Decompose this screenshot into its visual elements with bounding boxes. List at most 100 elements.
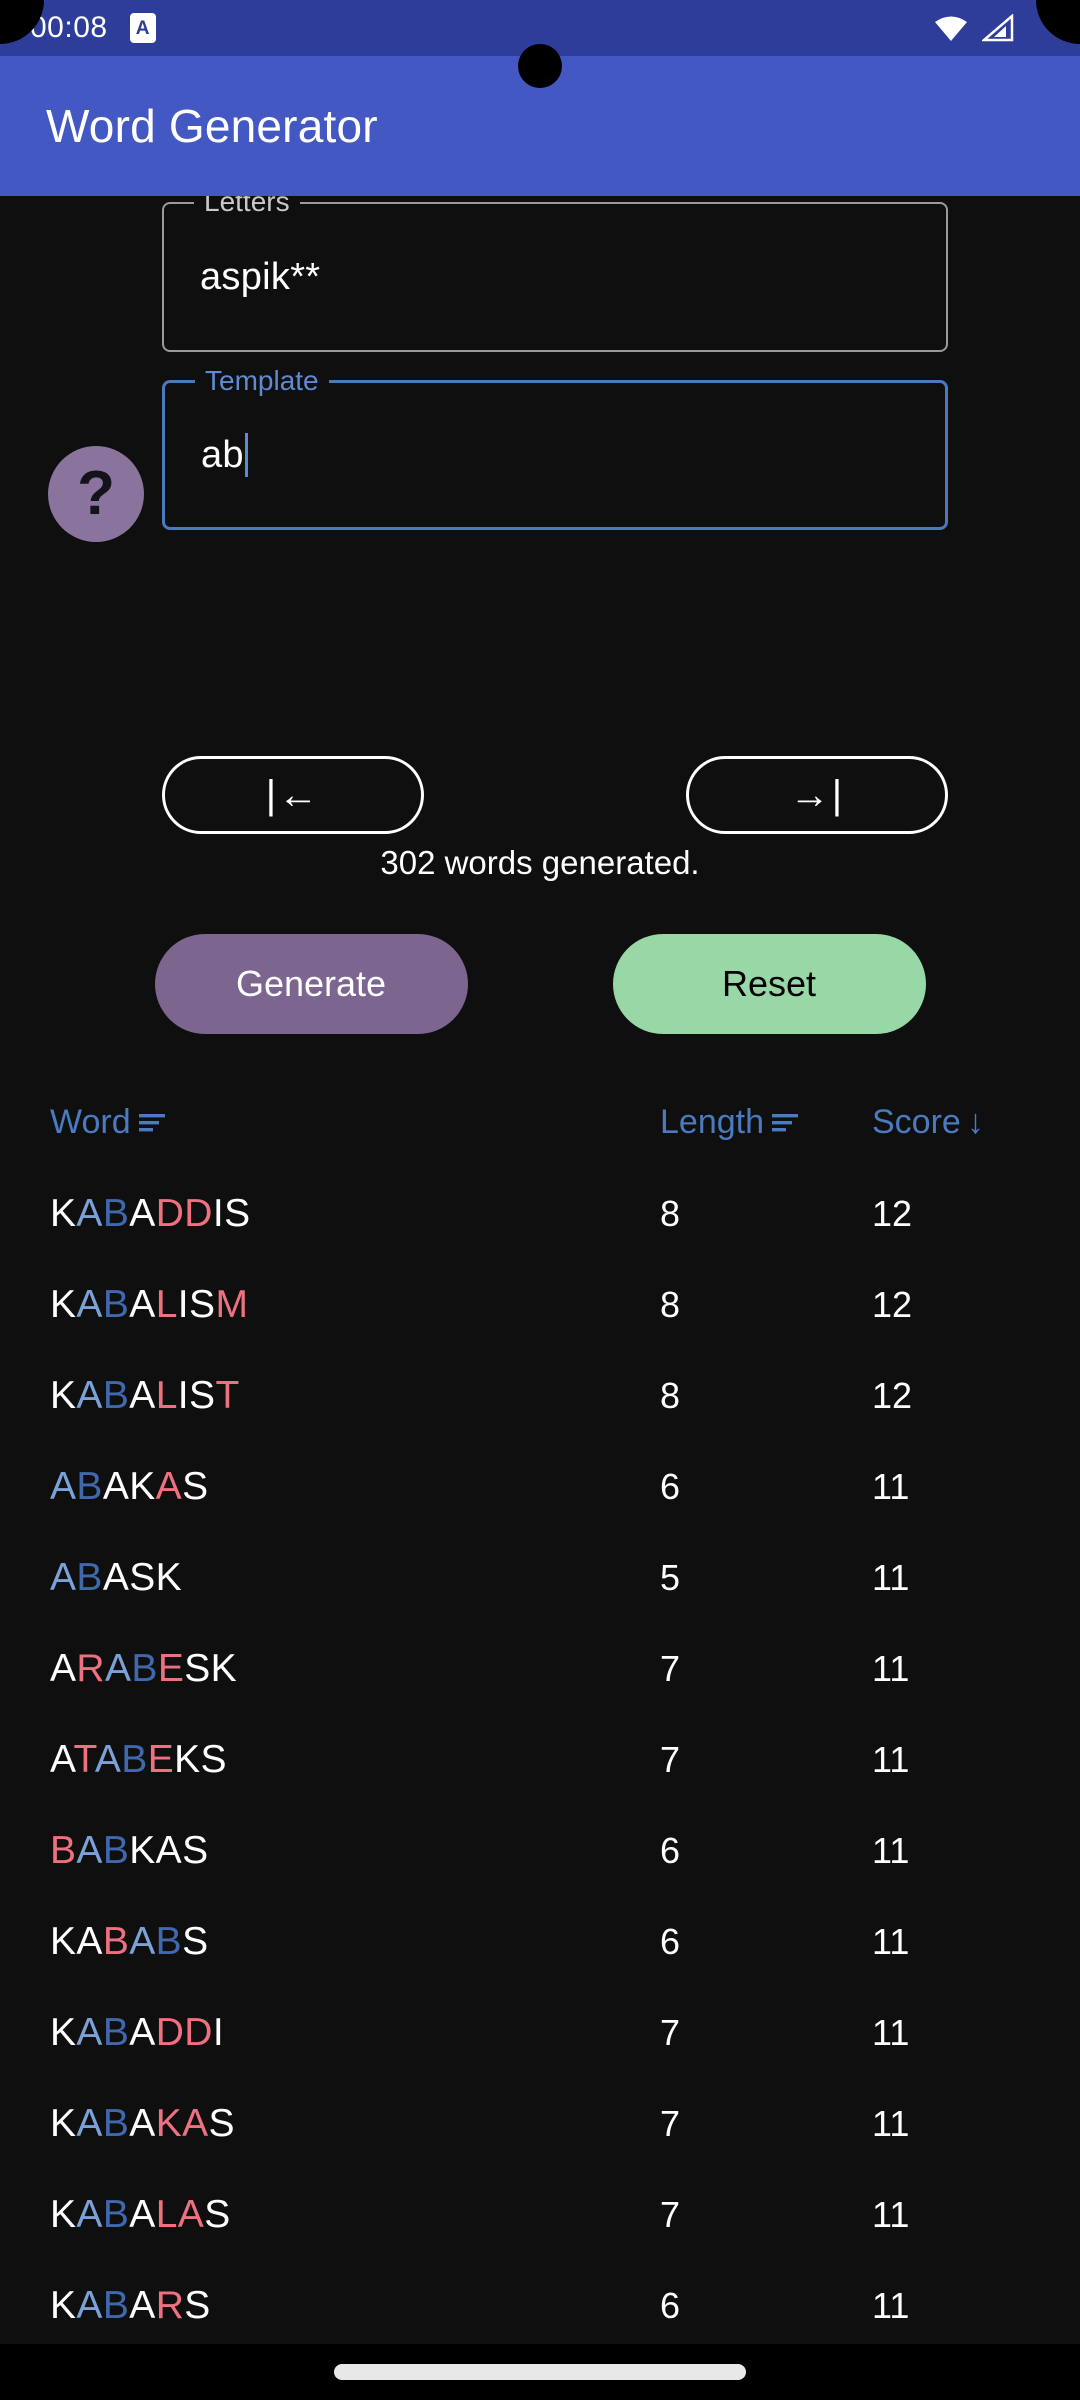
word-letter-group: A bbox=[105, 1646, 132, 1690]
word-letter-group: A bbox=[76, 1282, 103, 1326]
column-header-length[interactable]: Length bbox=[660, 1103, 872, 1142]
word-letter-group: A bbox=[76, 1191, 103, 1235]
cell-score: 11 bbox=[872, 1920, 910, 1962]
navigation-buttons: |← →| bbox=[162, 756, 948, 834]
word-letter-group: B bbox=[50, 1828, 77, 1872]
home-gesture-pill[interactable] bbox=[334, 2364, 746, 2380]
cell-word: KABADDI bbox=[50, 2011, 660, 2055]
cell-word: KABAKAS bbox=[50, 2102, 660, 2146]
word-letter-group: A bbox=[50, 1646, 77, 1690]
word-letter-group: IS bbox=[177, 1282, 216, 1326]
cell-length: 7 bbox=[660, 2193, 681, 2235]
cell-word: KABALIST bbox=[50, 1374, 660, 1418]
cell-score: 11 bbox=[872, 2011, 910, 2053]
generated-count-label: 302 words generated. bbox=[380, 844, 700, 881]
word-letter-group: AK bbox=[102, 1464, 156, 1508]
cell-length: 5 bbox=[660, 1556, 681, 1598]
cell-score: 11 bbox=[872, 1829, 910, 1871]
table-row[interactable]: KABALAS 7 11 bbox=[0, 2169, 1080, 2260]
cell-word: ABASK bbox=[50, 1556, 660, 1600]
input-section: ? Letters aspik** Template ab |← →| 302 … bbox=[0, 186, 1080, 1034]
cell-score: 11 bbox=[872, 1738, 910, 1780]
word-letter-group: A bbox=[182, 2101, 209, 2145]
word-letter-group: R bbox=[76, 1646, 105, 1690]
cell-score: 11 bbox=[872, 1465, 910, 1507]
word-letter-group: A bbox=[50, 1737, 74, 1781]
word-letter-group: B bbox=[121, 1737, 148, 1781]
template-field[interactable]: Template ab bbox=[162, 365, 948, 530]
notification-badge-icon: A bbox=[129, 13, 156, 43]
results-rows: KABADDIS 8 12 KABALISM 8 12 KABALIST 8 12 ABAKAS 6… bbox=[0, 1168, 1080, 2344]
status-bar-left: 00:08 A bbox=[30, 11, 156, 45]
word-letter-group: M bbox=[215, 1282, 249, 1326]
table-row[interactable]: KABALISM 8 12 bbox=[0, 1259, 1080, 1350]
cell-word: KABALISM bbox=[50, 1283, 660, 1327]
column-header-score-label: Score bbox=[872, 1102, 961, 1141]
table-row[interactable]: ABAKAS 6 11 bbox=[0, 1441, 1080, 1532]
table-row[interactable]: ATABEKS 7 11 bbox=[0, 1714, 1080, 1805]
word-letter-group: A bbox=[76, 2101, 103, 2145]
table-row[interactable]: KABADDIS 8 12 bbox=[0, 1168, 1080, 1259]
cell-word: KABALAS bbox=[50, 2193, 660, 2237]
results-table: Word Length Score ↓ KABADDIS 8 12 KABALI… bbox=[0, 1076, 1080, 2344]
word-letter-group: A bbox=[129, 1919, 156, 1963]
word-letter-group: A bbox=[76, 1828, 103, 1872]
results-table-header: Word Length Score ↓ bbox=[0, 1076, 1080, 1168]
previous-page-button[interactable]: |← bbox=[162, 756, 424, 834]
word-letter-group: R bbox=[155, 2283, 185, 2327]
column-header-word[interactable]: Word bbox=[50, 1103, 660, 1142]
template-field-label: Template bbox=[195, 365, 329, 397]
word-letter-group: K bbox=[50, 1373, 77, 1417]
word-letter-group: ASK bbox=[102, 1555, 183, 1599]
word-letter-group: I bbox=[212, 2010, 225, 2054]
word-letter-group: A bbox=[129, 1373, 156, 1417]
word-letter-group: IS bbox=[177, 1373, 216, 1417]
help-question-icon[interactable]: ? bbox=[48, 446, 144, 542]
word-letter-group: SK bbox=[184, 1646, 238, 1690]
cell-score: 11 bbox=[872, 2284, 910, 2326]
word-letter-group: E bbox=[147, 1737, 175, 1781]
word-letter-group: A bbox=[94, 1737, 122, 1781]
word-letter-group: A bbox=[129, 1282, 156, 1326]
word-letter-group: D bbox=[184, 1191, 213, 1235]
cell-score: 11 bbox=[872, 1556, 910, 1598]
word-letter-group: B bbox=[76, 1464, 103, 1508]
word-letter-group: B bbox=[102, 1282, 130, 1326]
cell-word: ABAKAS bbox=[50, 1465, 660, 1509]
cell-word: KABADDIS bbox=[50, 1192, 660, 1236]
cell-length: 6 bbox=[660, 2284, 681, 2326]
table-row[interactable]: BABKAS 6 11 bbox=[0, 1805, 1080, 1896]
reset-button[interactable]: Reset bbox=[612, 934, 926, 1034]
table-row[interactable]: KABADDI 7 11 bbox=[0, 1987, 1080, 2078]
word-letter-group: D bbox=[155, 2010, 185, 2054]
cell-score: 11 bbox=[872, 2102, 910, 2144]
table-row[interactable]: ABASK 5 11 bbox=[0, 1532, 1080, 1623]
word-letter-group: T bbox=[73, 1737, 95, 1781]
cell-score: 11 bbox=[872, 2193, 910, 2235]
table-row[interactable]: KABARS 6 11 bbox=[0, 2260, 1080, 2344]
sort-lines-icon bbox=[770, 1103, 800, 1142]
word-letter-group: A bbox=[76, 1373, 103, 1417]
text-cursor bbox=[244, 433, 248, 477]
word-letter-group: A bbox=[76, 2010, 103, 2054]
table-row[interactable]: KABABS 6 11 bbox=[0, 1896, 1080, 1987]
table-row[interactable]: KABALIST 8 12 bbox=[0, 1350, 1080, 1441]
table-row[interactable]: KABAKAS 7 11 bbox=[0, 2078, 1080, 2169]
word-letter-group: A bbox=[129, 2283, 156, 2327]
word-letter-group: A bbox=[50, 1555, 77, 1599]
text-fields-group: Letters aspik** Template ab bbox=[162, 186, 948, 558]
status-clock: 00:08 bbox=[30, 11, 108, 44]
cell-length: 8 bbox=[660, 1374, 681, 1416]
letters-field[interactable]: Letters aspik** bbox=[162, 186, 948, 352]
cell-score: 12 bbox=[872, 1374, 913, 1416]
word-letter-group: K bbox=[50, 1191, 77, 1235]
column-header-score[interactable]: Score ↓ bbox=[872, 1103, 1032, 1142]
template-input-value: ab bbox=[201, 433, 244, 476]
column-header-word-label: Word bbox=[50, 1102, 131, 1141]
word-letter-group: T bbox=[215, 1373, 240, 1417]
cell-length: 8 bbox=[660, 1192, 681, 1234]
table-row[interactable]: ARABESK 7 11 bbox=[0, 1623, 1080, 1714]
generate-button[interactable]: Generate bbox=[154, 934, 468, 1034]
next-page-button[interactable]: →| bbox=[686, 756, 948, 834]
word-letter-group: D bbox=[155, 1191, 185, 1235]
